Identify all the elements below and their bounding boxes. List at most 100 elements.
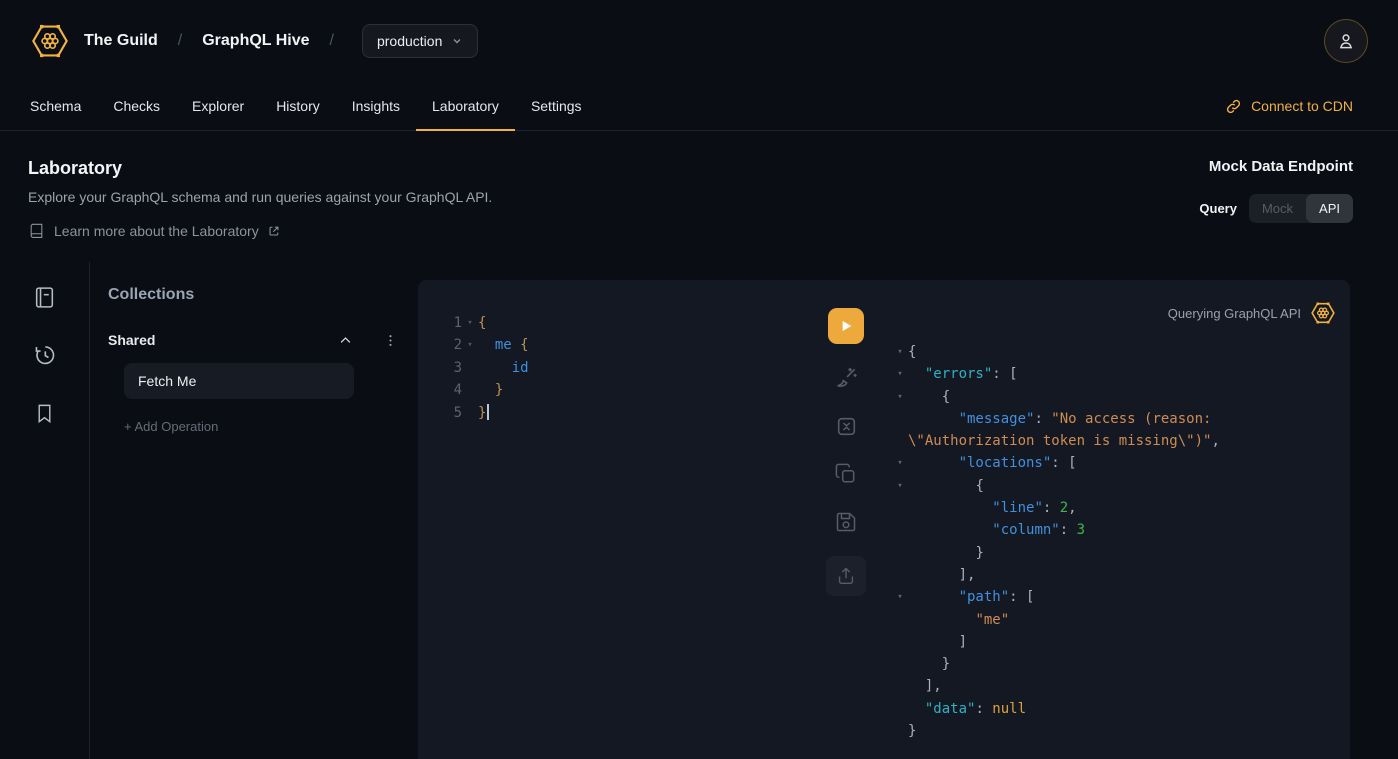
breadcrumb-separator: /: [330, 32, 334, 50]
tab-history[interactable]: History: [260, 82, 336, 131]
tab-laboratory[interactable]: Laboratory: [416, 82, 515, 131]
plugin-rail: [0, 262, 90, 759]
project-name[interactable]: GraphQL Hive: [202, 32, 309, 50]
line-number: 2: [418, 334, 462, 356]
response-status-label: Querying GraphQL API: [1168, 306, 1301, 321]
copy-query-button[interactable]: [832, 460, 860, 488]
connect-to-cdn-label: Connect to CDN: [1251, 98, 1353, 114]
text-cursor: [487, 404, 489, 420]
collections-plugin-button[interactable]: [32, 400, 58, 426]
response-line: }: [892, 653, 1336, 675]
line-number: 3: [418, 357, 462, 379]
user-avatar[interactable]: [1324, 19, 1368, 63]
fold-toggle-icon[interactable]: ▾: [892, 586, 908, 608]
graphiql-panel: 1▾{2▾ me {3 id4 }5}: [418, 280, 1350, 759]
code-text: "message": "No access (reason:: [908, 408, 1211, 430]
merge-fragments-button[interactable]: [832, 412, 860, 440]
response-line: ▾ "errors": [: [892, 363, 1336, 385]
code-text: "errors": [: [908, 363, 1018, 385]
fold-toggle-icon[interactable]: ▾: [462, 312, 478, 334]
code-text: \"Authorization token is missing\")",: [908, 430, 1220, 452]
fold-toggle-icon[interactable]: ▾: [892, 363, 908, 385]
code-text: {: [908, 341, 916, 363]
code-text: {: [908, 386, 950, 408]
execute-query-button[interactable]: [828, 308, 864, 344]
code-text: "data": null: [908, 698, 1026, 720]
tab-checks[interactable]: Checks: [97, 82, 176, 131]
add-operation-button[interactable]: + Add Operation: [124, 419, 398, 434]
main-nav: SchemaChecksExplorerHistoryInsightsLabor…: [0, 82, 1398, 131]
kebab-menu-icon[interactable]: [383, 333, 398, 348]
share-operation-button[interactable]: [826, 556, 866, 596]
tab-schema[interactable]: Schema: [14, 82, 97, 131]
fold-toggle-icon[interactable]: ▾: [892, 452, 908, 474]
app-header: The Guild / GraphQL Hive / production: [0, 0, 1398, 82]
org-name[interactable]: The Guild: [84, 32, 158, 50]
fold-gutter: [892, 631, 908, 653]
tab-settings[interactable]: Settings: [515, 82, 598, 131]
code-text: }: [908, 720, 916, 742]
query-line: 4 }: [418, 379, 812, 401]
learn-more-label: Learn more about the Laboratory: [54, 223, 259, 239]
page-subtitle: Explore your GraphQL schema and run quer…: [28, 189, 492, 205]
line-number: 1: [418, 312, 462, 334]
prettify-icon: [833, 365, 859, 391]
query-line: 2▾ me {: [418, 334, 812, 356]
merge-icon: [834, 414, 859, 439]
fold-toggle-icon[interactable]: ▾: [892, 341, 908, 363]
fold-gutter: [462, 402, 478, 424]
docs-plugin-button[interactable]: [32, 284, 58, 310]
fold-gutter: [892, 564, 908, 586]
hive-logo-icon[interactable]: [30, 21, 70, 61]
save-operation-button[interactable]: [832, 508, 860, 536]
code-text: "column": 3: [908, 519, 1085, 541]
code-text: "line": 2,: [908, 497, 1077, 519]
toggle-option-api[interactable]: API: [1306, 194, 1353, 223]
fold-gutter: [892, 430, 908, 452]
code-text: {: [908, 475, 984, 497]
fold-gutter: [892, 497, 908, 519]
save-icon: [834, 510, 858, 534]
code-text: {: [478, 312, 486, 334]
fold-gutter: [462, 379, 478, 401]
code-text: ],: [908, 675, 942, 697]
tab-insights[interactable]: Insights: [336, 82, 416, 131]
query-editor[interactable]: 1▾{2▾ me {3 id4 }5}: [418, 280, 812, 759]
collection-item-fetch-me[interactable]: Fetch Me: [124, 363, 354, 399]
book-icon: [28, 222, 45, 239]
response-json[interactable]: ▾{▾ "errors": [▾ { "message": "No access…: [892, 341, 1336, 742]
response-line: "line": 2,: [892, 497, 1336, 519]
page-head: Laboratory Explore your GraphQL schema a…: [0, 131, 1398, 239]
fold-gutter: [892, 609, 908, 631]
prettify-button[interactable]: [832, 364, 860, 392]
code-text: ]: [908, 631, 967, 653]
history-plugin-button[interactable]: [32, 342, 58, 368]
editor-toolbar: [812, 280, 880, 759]
fold-toggle-icon[interactable]: ▾: [892, 475, 908, 497]
response-line: }: [892, 720, 1336, 742]
chevron-down-icon: [451, 35, 463, 47]
tab-explorer[interactable]: Explorer: [176, 82, 260, 131]
page-title: Laboratory: [28, 158, 492, 179]
toggle-option-mock[interactable]: Mock: [1249, 194, 1306, 223]
nav-tabs: SchemaChecksExplorerHistoryInsightsLabor…: [14, 82, 598, 130]
fold-toggle-icon[interactable]: ▾: [462, 334, 478, 356]
mock-api-toggle: MockAPI: [1249, 194, 1353, 223]
collection-items: Fetch Me: [108, 363, 398, 399]
line-number: 5: [418, 402, 462, 424]
collections-panel: Collections Shared Fetch Me + Add Operat…: [90, 262, 418, 759]
code-text: "path": [: [908, 586, 1034, 608]
collections-title: Collections: [108, 286, 398, 304]
connect-to-cdn-link[interactable]: Connect to CDN: [1225, 82, 1353, 130]
target-selector-button[interactable]: production: [362, 24, 478, 58]
query-line: 3 id: [418, 357, 812, 379]
response-line: ],: [892, 564, 1336, 586]
shared-group-label[interactable]: Shared: [108, 332, 338, 348]
chevron-up-icon[interactable]: [338, 333, 353, 348]
user-icon: [1335, 30, 1357, 52]
line-number: 4: [418, 379, 462, 401]
response-line: ▾ "locations": [: [892, 452, 1336, 474]
fold-toggle-icon[interactable]: ▾: [892, 386, 908, 408]
fold-gutter: [892, 519, 908, 541]
learn-more-link[interactable]: Learn more about the Laboratory: [28, 222, 492, 239]
